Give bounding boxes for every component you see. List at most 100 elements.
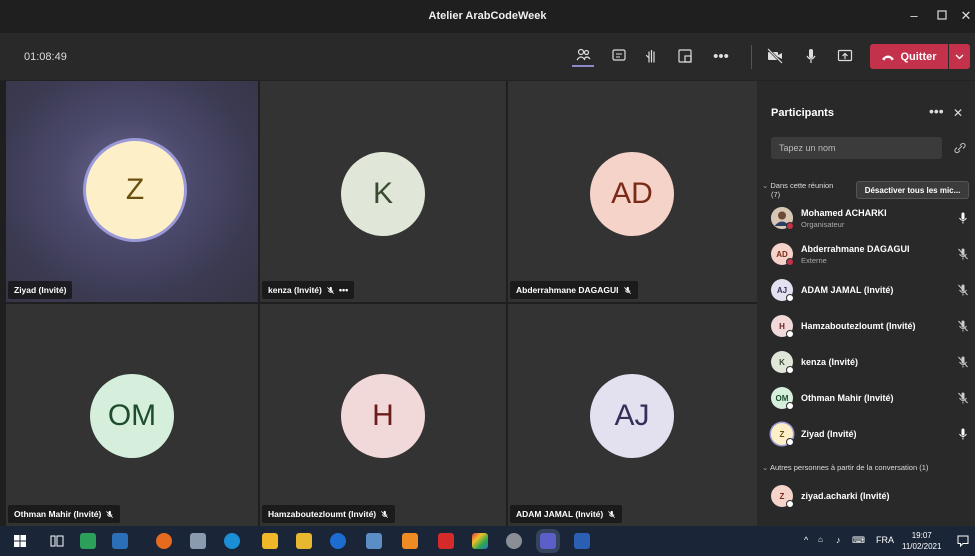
close-icon[interactable]: ✕ <box>958 8 974 24</box>
video-tile[interactable]: OM Othman Mahir (Invité) <box>6 304 258 526</box>
task-view-icon[interactable] <box>50 534 64 548</box>
chevron-down-icon <box>955 54 964 59</box>
leave-dropdown-button[interactable] <box>949 44 970 69</box>
microphone-icon[interactable] <box>800 45 822 67</box>
meeting-toolbar: 01:08:49 ••• Quitter <box>0 33 975 81</box>
mic-off-icon <box>106 510 114 518</box>
in-meeting-count: (7) <box>771 190 781 199</box>
mic-off-icon <box>958 284 968 296</box>
app-icon-mail[interactable] <box>112 533 128 549</box>
status-dot <box>786 330 794 338</box>
status-dot <box>786 258 794 266</box>
maximize-icon[interactable] <box>934 8 950 24</box>
avatar: AJ <box>590 374 674 458</box>
name-tag: Ziyad (Invité) <box>8 281 73 299</box>
taskbar-clock[interactable]: 19:07 11/02/2021 <box>902 530 941 552</box>
participant-row[interactable]: OM Othman Mahir (Invité) <box>769 382 969 412</box>
app-icon-yellow[interactable] <box>262 533 278 549</box>
in-meeting-label: Dans cette réunion <box>770 181 834 190</box>
network-icon[interactable]: ⌂ <box>818 535 823 544</box>
tray-chevron-icon[interactable]: ^ <box>804 535 808 545</box>
keyboard-icon[interactable]: ⌨ <box>852 535 865 546</box>
clock-time: 19:07 <box>911 531 932 540</box>
mic-on-icon <box>959 428 967 440</box>
participant-name: Abderrahmane DAGAGUI <box>516 285 619 295</box>
name-tag: Abderrahmane DAGAGUI <box>510 281 638 299</box>
mic-off-icon <box>608 510 616 518</box>
raise-hand-icon[interactable] <box>640 45 662 67</box>
leave-button[interactable]: Quitter <box>870 44 948 69</box>
participant-name: ADAM JAMAL (Invité) <box>516 509 604 519</box>
window-title: Atelier ArabCodeWeek <box>428 10 547 22</box>
mute-all-button[interactable]: Désactiver tous les mic... <box>856 181 969 199</box>
status-dot <box>786 366 794 374</box>
participant-row[interactable]: Mohamed ACHARKI Organisateur <box>769 202 969 232</box>
app-icon-gray[interactable] <box>506 533 522 549</box>
participant-row[interactable]: AD Abderrahmane DAGAGUI Externe <box>769 238 969 268</box>
notifications-icon[interactable] <box>957 535 969 547</box>
share-invite-icon[interactable] <box>953 141 967 155</box>
firefox-icon[interactable] <box>156 533 172 549</box>
app-icon-colorful[interactable] <box>472 533 488 549</box>
participant-row[interactable]: K kenza (Invité) <box>769 346 969 376</box>
title-bar: Atelier ArabCodeWeek – ✕ <box>0 0 975 33</box>
status-dot <box>786 222 794 230</box>
teams-icon[interactable] <box>540 533 556 549</box>
participants-icon[interactable] <box>572 45 594 67</box>
toolbar-divider <box>751 45 752 69</box>
meeting-timer: 01:08:49 <box>24 51 67 63</box>
app-icon-tool[interactable] <box>190 533 206 549</box>
video-tile[interactable]: K kenza (Invité) ••• <box>260 81 506 302</box>
name-tag: Othman Mahir (Invité) <box>8 505 121 523</box>
word-icon[interactable] <box>574 533 590 549</box>
participant-row[interactable]: Z Ziyad (Invité) <box>769 418 969 448</box>
video-tile[interactable]: AJ ADAM JAMAL (Invité) <box>508 304 757 526</box>
video-tile[interactable]: Z Ziyad (Invité) <box>6 81 258 302</box>
participant-row[interactable]: H Hamzaboutezloumt (Invité) <box>769 310 969 340</box>
participant-row[interactable]: Z ziyad.acharki (Invité) <box>769 480 969 510</box>
more-actions-icon[interactable]: ••• <box>710 45 732 67</box>
vlc-icon[interactable] <box>402 533 418 549</box>
participant-name: Othman Mahir (Invité) <box>14 509 102 519</box>
in-meeting-section-header[interactable]: ⌄ Dans cette réunion (7) <box>762 181 833 199</box>
others-section-header[interactable]: ⌄ Autres personnes à partir de la conver… <box>762 463 928 472</box>
chat-icon[interactable] <box>608 45 630 67</box>
panel-more-icon[interactable]: ••• <box>929 103 944 119</box>
participant-name: ziyad.acharki (Invité) <box>801 491 890 501</box>
edge-icon[interactable] <box>224 533 240 549</box>
participant-row[interactable]: AJ ADAM JAMAL (Invité) <box>769 274 969 304</box>
participant-name: Mohamed ACHARKI <box>801 208 887 218</box>
mic-off-icon <box>958 320 968 332</box>
status-dot <box>786 500 794 508</box>
internet-explorer-icon[interactable] <box>330 533 346 549</box>
volume-icon[interactable]: ♪ <box>836 535 841 545</box>
mic-on-icon <box>959 212 967 224</box>
participant-name: Hamzaboutezloumt (Invité) <box>801 321 916 331</box>
windows-start-icon[interactable] <box>14 535 26 547</box>
app-icon-green[interactable] <box>80 533 96 549</box>
panel-title: Participants <box>771 107 834 119</box>
language-indicator[interactable]: FRA <box>876 535 894 545</box>
file-explorer-icon[interactable] <box>296 533 312 549</box>
participant-name: kenza (Invité) <box>268 285 322 295</box>
panel-close-icon[interactable]: ✕ <box>953 106 963 120</box>
avatar: AD <box>590 152 674 236</box>
status-dot <box>786 402 794 410</box>
acrobat-icon[interactable] <box>438 533 454 549</box>
video-tile[interactable]: H Hamzaboutezloumt (Invité) <box>260 304 506 526</box>
mic-off-icon <box>326 286 334 294</box>
video-tile[interactable]: AD Abderrahmane DAGAGUI <box>508 81 757 302</box>
more-options-icon[interactable]: ••• <box>339 285 348 295</box>
camera-off-icon[interactable] <box>764 45 786 67</box>
avatar: K <box>341 152 425 236</box>
participant-search-input[interactable]: Tapez un nom <box>771 137 942 159</box>
windows-taskbar: ^ ⌂ ♪ ⌨ FRA 19:07 11/02/2021 <box>0 526 975 556</box>
share-screen-icon[interactable] <box>834 45 856 67</box>
app-icon-blue[interactable] <box>366 533 382 549</box>
participants-panel: Participants ••• ✕ Tapez un nom ⌄ Dans c… <box>757 81 975 526</box>
status-dot <box>786 438 794 446</box>
participant-name: Hamzaboutezloumt (Invité) <box>268 509 377 519</box>
rooms-icon[interactable] <box>674 45 696 67</box>
mic-off-icon <box>623 286 631 294</box>
minimize-icon[interactable]: – <box>906 8 922 24</box>
